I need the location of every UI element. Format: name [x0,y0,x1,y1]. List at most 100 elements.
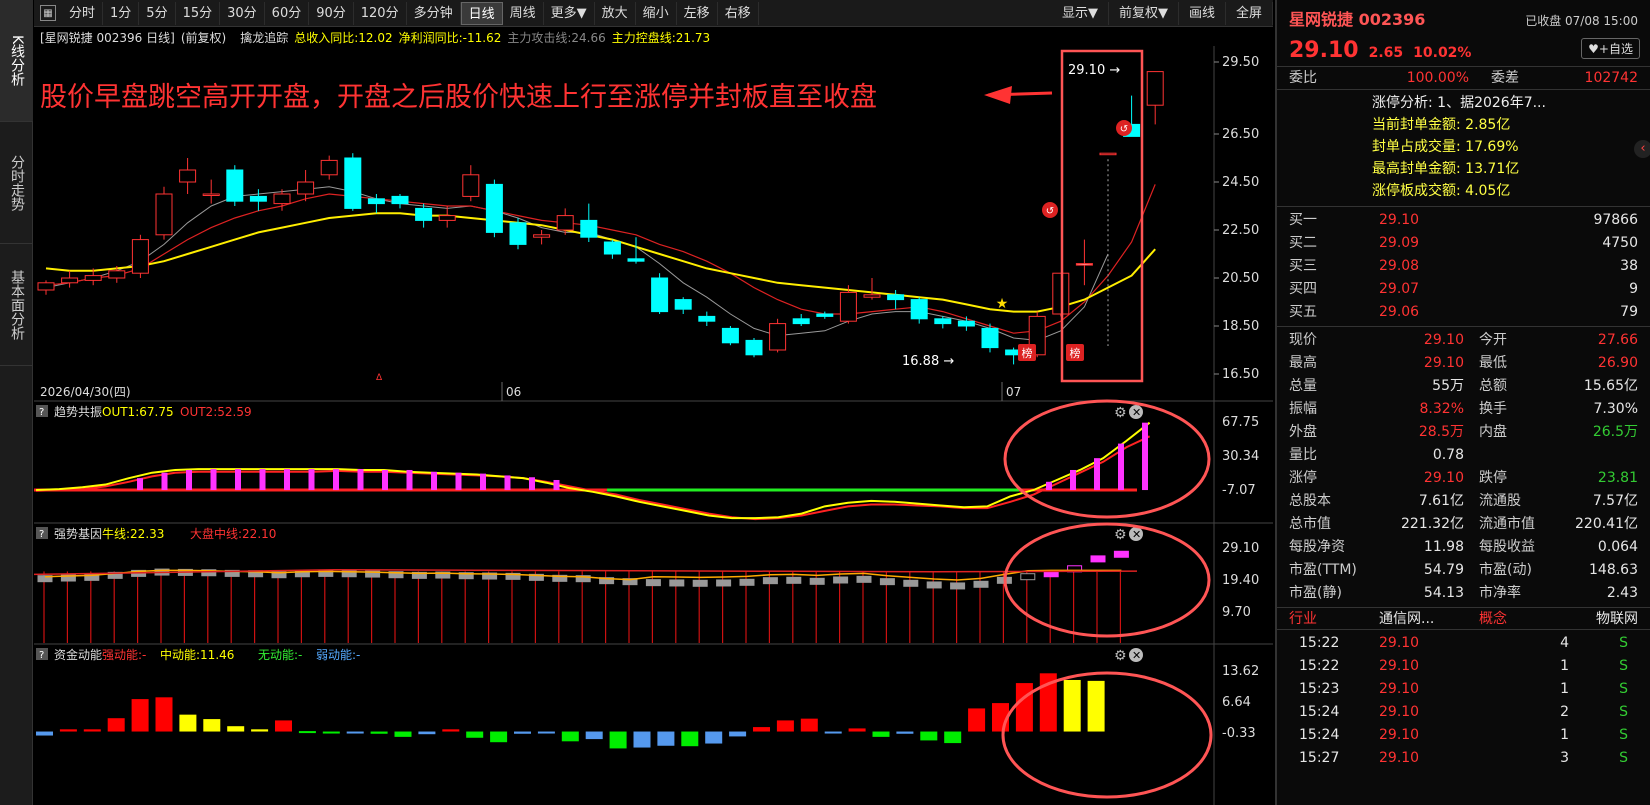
panel3-close-glyph: ✕ [1132,528,1141,541]
candle-body-29 [721,327,739,344]
candle-body-17 [438,215,456,221]
candle-body-10 [273,193,291,205]
toolbar-button-13[interactable]: 缩小 [636,1,677,25]
add-watchlist-button[interactable]: ♥+自选 [1581,38,1640,59]
toolbar-button-10[interactable]: 周线 [503,1,544,25]
toolbar-button-0[interactable]: 分时 [62,1,104,25]
toolbar-button-8[interactable]: 多分钟 [407,1,461,25]
toolbar-button-6[interactable]: 90分 [309,1,354,25]
quote-panel: 星网锐捷 002396 已收盘 07/08 15:00 29.10 2.65 1… [1275,0,1650,805]
toolbar-button-2[interactable]: 5分 [139,1,176,25]
toolbar-button-3[interactable]: 15分 [176,1,221,25]
stat-row-4: 外盘 28.5万 内盘 26.5万 [1289,424,1638,440]
panel4-bar-3 [107,718,125,732]
toolbar-button-1[interactable]: 1分 [103,1,140,25]
toolbar-button-7[interactable]: 120分 [354,1,407,25]
panel4-bar-29 [729,731,747,737]
panel2-bar-7 [308,469,315,491]
panel2-y-label-0: 67.75 [1222,415,1259,430]
candle-body-47 [1146,71,1164,106]
period-toolbar: ▦ 分时 1分 5分 15分 30分 60分 90分 120分 多分钟 日线 周线 更多▼ 放大 缩小 左移… [34,0,1273,27]
panel2-bar-10 [382,469,388,491]
panel2-bar-17 [553,479,560,491]
control-line: 主力控盘线:21.73 [611,30,711,45]
toolbar-button-9[interactable]: 日线 [460,1,503,25]
limit-up-analysis: 涨停分析: 1、据2026年7... 当前封单金额: 2.85亿 封单占成交量: 1… [1277,89,1650,206]
panel4-bar-2 [83,729,101,732]
ma-gray-line [45,186,1109,341]
limit-up-line-3: 最高封单金额: 13.71亿 [1372,161,1520,177]
y-label-3: 22.50 [1222,223,1259,238]
toolbar-button-15[interactable]: 右移 [718,1,759,25]
toolbar-button-12[interactable]: 放大 [595,1,636,25]
panel2-tail-bar-3 [1118,443,1124,491]
panel2-bar-9 [357,469,364,491]
panel4-help-glyph: ? [39,650,44,661]
x-label-2: 07 [1006,385,1021,399]
stat-row-6: 涨停 29.10 跌停 23.81 [1289,470,1638,486]
star-icon: ★ [996,296,1009,312]
collapse-arrow-icon[interactable]: ‹ [1634,140,1650,158]
candle-body-30 [745,339,763,356]
toolbar-button-4[interactable]: 30分 [220,1,265,25]
bid-row-3[interactable]: 买三 29.08 38 [1277,255,1650,278]
panel2-bar-3 [210,469,217,491]
panel2-tail-bar-0 [1046,481,1052,491]
tab-fundamentals[interactable]: 基本面分析 [0,244,33,366]
toolbar-button-11[interactable]: 更多▼ [544,1,595,25]
panel2-legend-2: OUT2:52.59 [180,405,252,419]
candle-body-5 [155,193,173,236]
candle-body-18 [462,174,480,197]
panel4-bar-12 [322,731,340,734]
dragon-glyph-0: ↺ [1046,206,1054,217]
revenue-yoy: 总收入同比:12.02 [294,30,393,45]
tab-k-line-analysis[interactable]: K线分析 [0,0,33,122]
toolbar-right-button-1[interactable]: 前复权▼ [1109,1,1179,25]
tick-list[interactable]: 15:22 29.10 4 S 15:22 29.10 1 S 15:23 29.10 1 S 15:2… [1277,630,1650,770]
panel3-block-40 [973,580,989,588]
candle-body-15 [391,195,409,205]
stat-row-8: 总市值 221.32亿 流通市值 220.41亿 [1289,516,1638,532]
toolbar-button-5[interactable]: 60分 [265,1,310,25]
bid-row-2[interactable]: 买二 29.09 4750 [1277,232,1650,255]
panel4-y-label-0: 13.62 [1222,664,1259,679]
stat-row-1: 最高 29.10 最低 26.90 [1289,355,1638,371]
candle-body-16 [415,207,433,221]
toolbar-right-button-2[interactable]: 画线 [1179,1,1226,25]
candle-body-26 [651,277,669,313]
panel3-gear-icon: ⚙ [1114,527,1127,543]
candle-body-2 [84,275,102,281]
panel4-bar-9 [251,729,269,732]
panel3-block-26 [645,579,661,587]
panel2-bar-5 [259,469,266,491]
panel4-bar-41 [1015,683,1033,732]
bid-row-1[interactable]: 买一 29.10 97866 [1277,209,1650,232]
indicator-name: 擒龙追踪 [240,30,289,45]
bid-row-5[interactable]: 买五 29.06 79 [1277,301,1650,324]
tab-intraday[interactable]: 分时走势 [0,122,33,244]
panel4-bar-0 [36,731,53,736]
panel2-bar-12 [431,471,437,491]
toolbar-right-button-3[interactable]: 全屏 [1226,1,1273,25]
annotation-text: 股价早盘跳空高开开盘，开盘之后股价快速上行至涨停并封板直至收盘 [40,82,877,113]
grid-icon[interactable]: ▦ [40,5,56,21]
tick-row-2: 15:23 29.10 1 S [1299,681,1628,697]
panel3-block-39 [950,582,966,590]
panel2-bar-15 [504,475,511,491]
bid-row-4[interactable]: 买四 29.07 9 [1277,278,1650,301]
candle-body-33 [816,313,834,317]
chart-area[interactable]: 29.50 26.50 24.50 22.50 20.50 18.50 16.50 2026/… [33,46,1273,805]
panel2-bar-4 [235,469,241,491]
panel2-bar-14 [480,473,486,491]
candle-body-31 [769,323,787,351]
quote-stats: 现价 29.10 今开 27.66 最高 29.10 最低 26.90 总量 55万 总额 15.65… [1277,326,1650,607]
panel3-highlight-ellipse [1003,522,1211,638]
toolbar-right-button-0[interactable]: 显示▼ [1052,1,1109,25]
panel3-y-label-0: 29.10 [1222,541,1259,556]
kline-chart-svg[interactable]: 29.50 26.50 24.50 22.50 20.50 18.50 16.50 2026/… [33,46,1273,805]
market-status: 已收盘 07/08 15:00 [1525,14,1638,28]
stock-title: [星网锐捷 002396 日线] [40,30,175,45]
toolbar-button-14[interactable]: 左移 [677,1,718,25]
candle-body-35 [863,294,881,298]
panel4-bar-33 [824,731,842,734]
